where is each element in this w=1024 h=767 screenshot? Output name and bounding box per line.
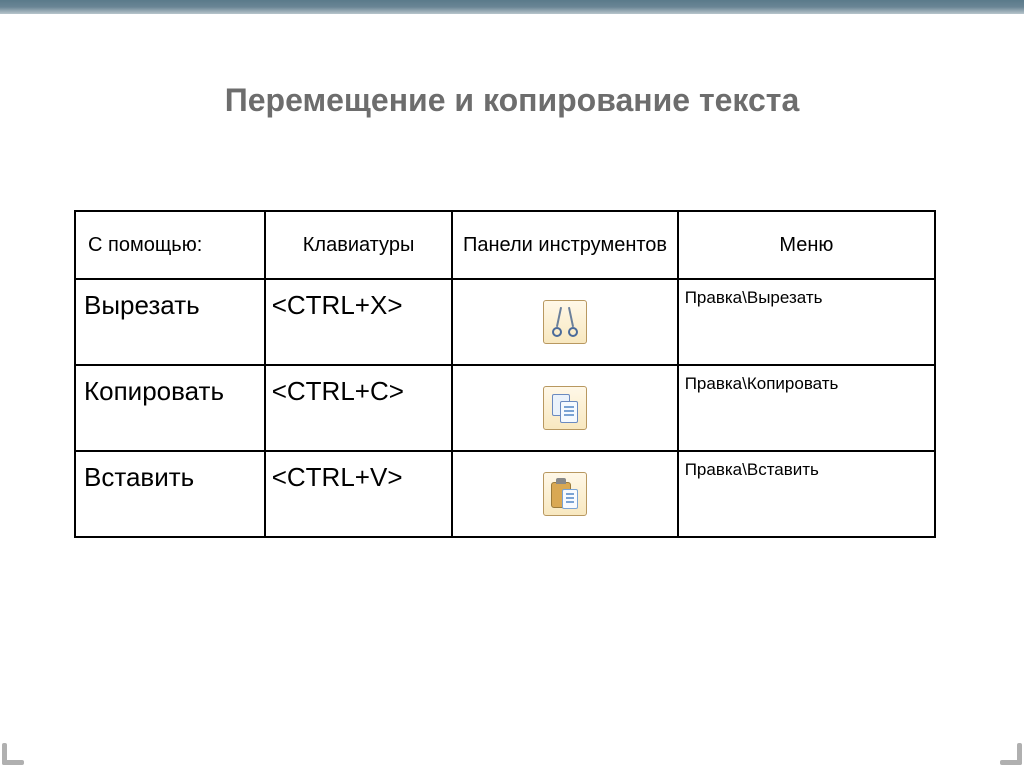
menu-paste: Правка\Вставить [678,451,935,537]
header-with-help: С помощью: [75,211,265,279]
slide-top-border [0,0,1024,14]
corner-decoration-bottom-right [994,737,1024,767]
menu-cut: Правка\Вырезать [678,279,935,365]
action-cut: Вырезать [75,279,265,365]
toolbar-icon-cell [452,451,677,537]
slide-title: Перемещение и копирование текста [0,82,1024,119]
header-keyboard: Клавиатуры [265,211,453,279]
scissors-icon [543,300,587,344]
action-paste: Вставить [75,451,265,537]
table-header-row: С помощью: Клавиатуры Панели инструменто… [75,211,935,279]
header-toolbar: Панели инструментов [452,211,677,279]
shortcut-cut: <CTRL+X> [265,279,453,365]
paste-icon [543,472,587,516]
table-row: Вставить <CTRL+V> Правка\Вставить [75,451,935,537]
corner-decoration-bottom-left [0,737,30,767]
action-copy: Копировать [75,365,265,451]
header-menu: Меню [678,211,935,279]
table-row: Вырезать <CTRL+X> Правка\Вырезать [75,279,935,365]
shortcut-copy: <CTRL+C> [265,365,453,451]
shortcuts-table: С помощью: Клавиатуры Панели инструменто… [74,210,936,538]
copy-icon [543,386,587,430]
toolbar-icon-cell [452,279,677,365]
toolbar-icon-cell [452,365,677,451]
shortcut-paste: <CTRL+V> [265,451,453,537]
table-row: Копировать <CTRL+C> Правка\Копировать [75,365,935,451]
menu-copy: Правка\Копировать [678,365,935,451]
